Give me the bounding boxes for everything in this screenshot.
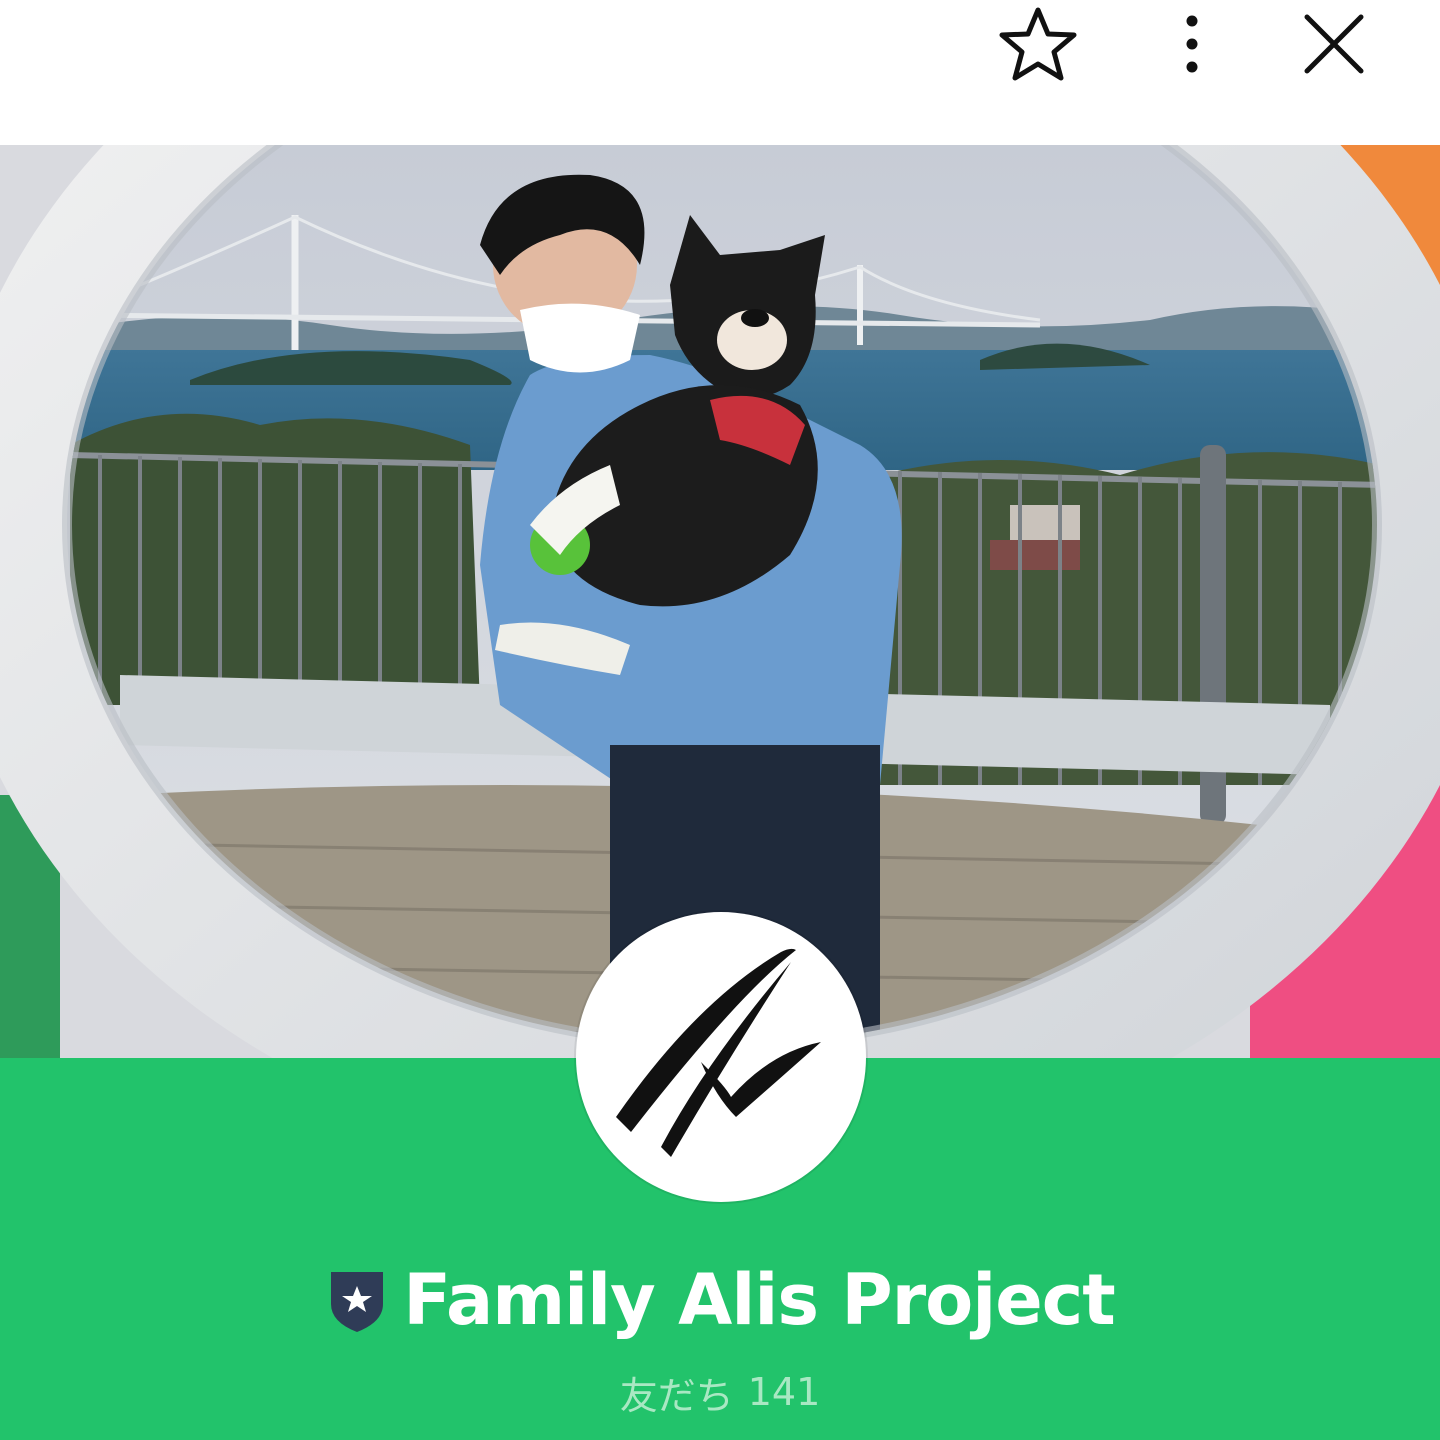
- brand-logo-icon: [616, 948, 821, 1157]
- profile-name: Family Alis Project: [403, 1259, 1115, 1341]
- more-options-button[interactable]: [1150, 2, 1234, 86]
- friends-number: 141: [747, 1370, 821, 1414]
- profile-avatar[interactable]: [576, 912, 866, 1202]
- verified-shield-star-icon: [325, 1264, 389, 1336]
- friends-label: 友だち: [619, 1373, 734, 1418]
- close-icon: [1304, 14, 1364, 74]
- close-button[interactable]: [1292, 2, 1376, 86]
- profile-name-row: Family Alis Project: [0, 1250, 1440, 1350]
- more-vertical-icon: [1186, 15, 1198, 73]
- top-bar: [0, 0, 1440, 145]
- friends-count[interactable]: 友だち 141: [0, 1362, 1440, 1422]
- star-outline-icon: [999, 7, 1077, 81]
- favorite-button[interactable]: [996, 2, 1080, 86]
